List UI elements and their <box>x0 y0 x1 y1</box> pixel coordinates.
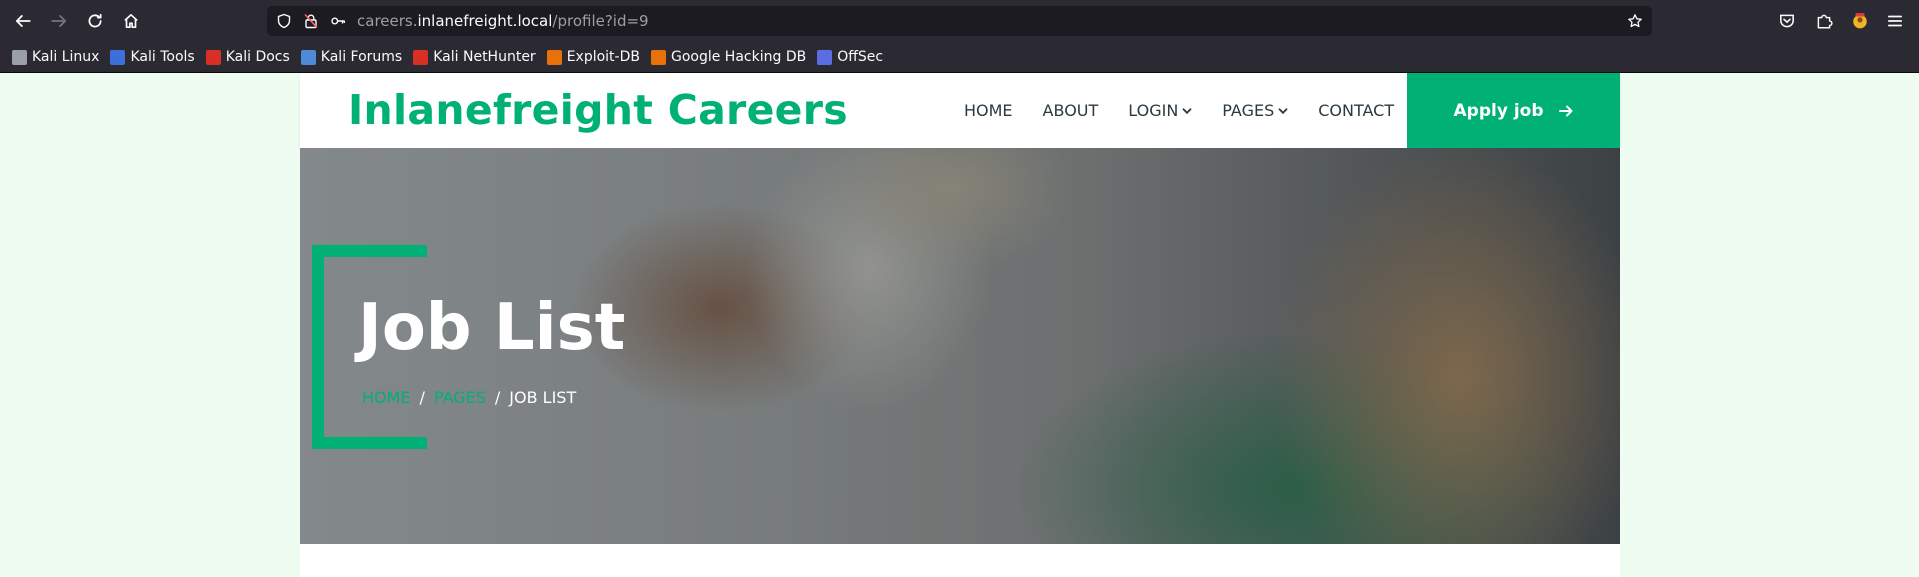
nav-pages[interactable]: PAGES <box>1222 101 1288 120</box>
page-title: Job List <box>358 291 626 365</box>
bookmark-favicon-icon <box>413 49 429 65</box>
nav-contact-label: CONTACT <box>1318 101 1395 120</box>
chevron-down-icon <box>1182 107 1192 114</box>
back-button[interactable] <box>10 9 36 33</box>
main-nav: HOME ABOUT LOGIN PAGES CONTACT <box>964 73 1424 148</box>
bookmark-favicon-icon <box>300 49 316 65</box>
url-path: /profile?id=9 <box>552 12 649 30</box>
site-brand[interactable]: Inlanefreight Careers <box>348 86 848 134</box>
breadcrumb: HOME / PAGES / JOB LIST <box>362 388 576 407</box>
url-bar[interactable]: careers.inlanefreight.local/profile?id=9 <box>267 6 1652 36</box>
url-host-prefix: careers. <box>357 12 418 30</box>
nav-login[interactable]: LOGIN <box>1128 101 1192 120</box>
home-icon <box>124 13 138 29</box>
breadcrumb-pages[interactable]: PAGES <box>434 388 486 407</box>
puzzle-icon <box>1817 14 1833 29</box>
arrow-left-icon <box>15 15 31 27</box>
browser-toolbar: careers.inlanefreight.local/profile?id=9 <box>0 0 1919 42</box>
bookmark-favicon-icon <box>205 49 221 65</box>
bookmark-item[interactable]: Exploit-DB <box>546 42 640 73</box>
nav-about[interactable]: ABOUT <box>1043 101 1099 120</box>
nav-contact[interactable]: CONTACT <box>1318 101 1394 120</box>
breadcrumb-separator: / <box>494 388 501 407</box>
bookmark-label: Kali NetHunter <box>433 49 536 65</box>
apply-job-label: Apply job <box>1453 100 1544 121</box>
bookmark-label: Kali Tools <box>130 49 195 65</box>
bookmark-item[interactable]: Google Hacking DB <box>650 42 807 73</box>
bookmark-favicon-icon <box>817 49 833 65</box>
key-icon[interactable] <box>329 12 347 30</box>
nav-pages-label: PAGES <box>1222 101 1275 120</box>
breadcrumb-current: JOB LIST <box>509 388 577 407</box>
bookmark-label: Exploit-DB <box>566 49 640 65</box>
bookmark-item[interactable]: Kali Docs <box>205 42 290 73</box>
home-button[interactable] <box>118 9 144 33</box>
bookmark-favicon-icon <box>110 49 126 65</box>
bookmark-item[interactable]: Kali Forums <box>300 42 403 73</box>
nav-login-label: LOGIN <box>1128 101 1179 120</box>
reload-icon <box>88 13 102 28</box>
nav-home[interactable]: HOME <box>964 101 1013 120</box>
bookmark-label: Kali Docs <box>225 49 290 65</box>
menu-button[interactable] <box>1885 11 1905 31</box>
breadcrumb-separator: / <box>419 388 425 407</box>
arrow-right-icon <box>51 15 67 27</box>
forward-button[interactable] <box>46 9 72 33</box>
nav-home-label: HOME <box>964 101 1013 120</box>
hero-banner: Job List HOME / PAGES / JOB LIST <box>300 148 1620 544</box>
bookmark-label: Google Hacking DB <box>670 49 807 65</box>
bookmark-label: OffSec <box>837 49 884 65</box>
bookmark-star-icon[interactable] <box>1626 12 1644 30</box>
bookmark-label: Kali Forums <box>320 49 403 65</box>
shield-icon[interactable] <box>275 12 293 30</box>
arrow-right-icon <box>1558 105 1572 116</box>
chevron-down-icon <box>1278 107 1288 114</box>
bookmark-favicon-icon <box>12 49 27 65</box>
web-page: Inlanefreight Careers HOME ABOUT LOGIN P… <box>300 73 1620 577</box>
bookmark-favicon-icon <box>546 49 562 65</box>
pocket-button[interactable] <box>1777 11 1797 31</box>
bookmark-item[interactable]: Kali Tools <box>110 42 195 73</box>
url-host-main: inlanefreight.local <box>417 12 553 30</box>
reload-button[interactable] <box>82 9 108 33</box>
apply-job-button[interactable]: Apply job <box>1407 73 1620 148</box>
pocket-icon <box>1780 14 1794 28</box>
bookmark-item[interactable]: Kali NetHunter <box>413 42 536 73</box>
bookmarks-bar: Kali Linux Kali Tools Kali Docs Kali Forums… <box>0 42 1919 73</box>
nav-about-label: ABOUT <box>1042 101 1099 120</box>
bookmark-item[interactable]: OffSec <box>817 42 883 73</box>
breadcrumb-home[interactable]: HOME <box>362 388 411 407</box>
extensions-button[interactable] <box>1814 11 1834 31</box>
avatar-icon <box>1853 13 1867 29</box>
hamburger-icon <box>1887 15 1903 27</box>
profile-button[interactable] <box>1850 11 1870 31</box>
bookmark-label: Kali Linux <box>32 49 100 65</box>
insecure-lock-icon[interactable] <box>302 12 320 30</box>
site-header: Inlanefreight Careers HOME ABOUT LOGIN P… <box>300 73 1620 148</box>
bookmark-favicon-icon <box>650 49 666 65</box>
url-text[interactable]: careers.inlanefreight.local/profile?id=9 <box>357 12 649 30</box>
bookmark-item[interactable]: Kali Linux <box>12 42 99 73</box>
